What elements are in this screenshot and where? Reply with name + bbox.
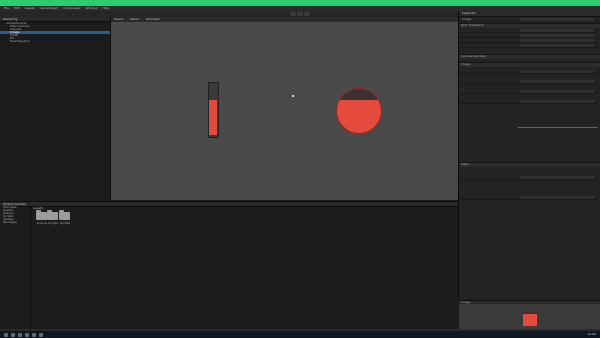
component-header[interactable]: Image (459, 62, 600, 67)
circle-unfilled-part (337, 89, 381, 100)
tab-inspector[interactable]: Inspector (459, 11, 600, 17)
material-field[interactable] (520, 90, 594, 93)
project-tree-item[interactable]: Packages (0, 221, 30, 224)
play-button[interactable] (290, 12, 296, 16)
inspector-field-row (460, 176, 598, 180)
slider-fill (209, 100, 217, 135)
fill-amount-slider-track[interactable] (518, 127, 598, 128)
taskbar-app-icon[interactable] (39, 332, 43, 337)
inspector-field-row (460, 29, 598, 33)
component-title: Image (461, 62, 471, 66)
component-header[interactable]: Mask (459, 162, 600, 167)
hierarchy-row[interactable]: EventSystem (0, 40, 110, 43)
inspector-field-row (460, 196, 598, 200)
inspector-field-row (460, 70, 598, 74)
folder-icon[interactable] (47, 210, 58, 220)
scene-viewport[interactable] (111, 22, 458, 200)
mouse-cursor-icon (292, 95, 294, 97)
component-title: Canvas Renderer (461, 54, 487, 58)
image-type-field[interactable] (520, 100, 594, 103)
inspector-field-row (460, 100, 598, 104)
inspector-tab-label: Inspector (462, 11, 476, 15)
object-name-row: Image (460, 18, 598, 22)
inspector-field-row (460, 90, 598, 94)
folder-icon[interactable] (36, 210, 47, 220)
preview-object (523, 312, 537, 326)
object-name-field[interactable] (520, 18, 594, 21)
component-title: Rect Transform (461, 23, 484, 27)
inspector-field-row (460, 44, 598, 48)
fill-amount-slider[interactable] (520, 176, 594, 179)
size-field[interactable] (520, 34, 594, 37)
inspector-field-row (460, 39, 598, 43)
anchor-field[interactable] (520, 39, 594, 42)
color-field[interactable] (520, 80, 594, 83)
taskbar-app-icon[interactable] (32, 332, 36, 337)
show-mask-graphic-field[interactable] (520, 196, 594, 199)
folder-icon[interactable] (59, 210, 70, 220)
start-icon[interactable] (4, 332, 8, 337)
folder-label: Sprites (59, 221, 71, 225)
pause-button[interactable] (297, 12, 303, 16)
inspector-field-row (460, 80, 598, 84)
hierarchy-panel: Hierarchy SampleScene Main Camera Canvas… (0, 17, 111, 200)
inspector-field-row (460, 34, 598, 38)
clock: 12:00 (587, 332, 596, 336)
position-field[interactable] (520, 29, 594, 32)
component-header[interactable]: Canvas Renderer (459, 54, 600, 59)
project-tree: Favorites Assets Scenes Scripts Sprites … (0, 206, 31, 329)
taskbar-app-icon[interactable] (18, 332, 22, 337)
component-title: Mask (461, 162, 469, 166)
playback-controls (290, 12, 312, 16)
taskbar-app-icon[interactable] (11, 332, 15, 337)
circle-image[interactable] (336, 88, 382, 134)
object-name: Image (462, 17, 472, 21)
pivot-field[interactable] (520, 44, 594, 47)
windows-taskbar (0, 331, 600, 338)
step-button[interactable] (304, 12, 310, 16)
component-header[interactable]: Rect Transform (459, 23, 600, 28)
taskbar-app-icon[interactable] (25, 332, 29, 337)
source-image-field[interactable] (520, 70, 594, 73)
